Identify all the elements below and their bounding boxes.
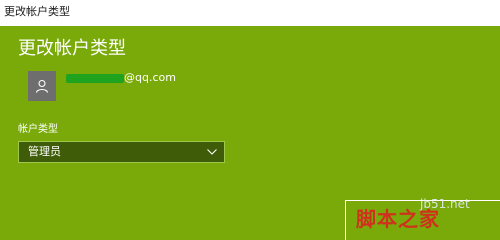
account-type-label: 帐户类型 <box>18 124 58 135</box>
chevron-down-icon <box>207 149 217 155</box>
watermark-brand: 脚本之家 <box>356 207 440 231</box>
redacted-email-local-part <box>66 74 124 83</box>
avatar <box>28 71 56 101</box>
page-title: 更改帐户类型 <box>18 38 126 59</box>
user-icon <box>35 79 49 93</box>
account-type-selected-value: 管理员 <box>28 145 61 158</box>
title-bar: 更改帐户类型 <box>0 0 500 26</box>
account-email-domain: @qq.com <box>124 71 176 84</box>
window-title: 更改帐户类型 <box>4 5 70 18</box>
change-account-type-panel: 更改帐户类型 @qq.com 帐户类型 管理员 jb51.net 脚本之家 <box>0 26 500 240</box>
account-type-select[interactable]: 管理员 <box>18 141 225 163</box>
